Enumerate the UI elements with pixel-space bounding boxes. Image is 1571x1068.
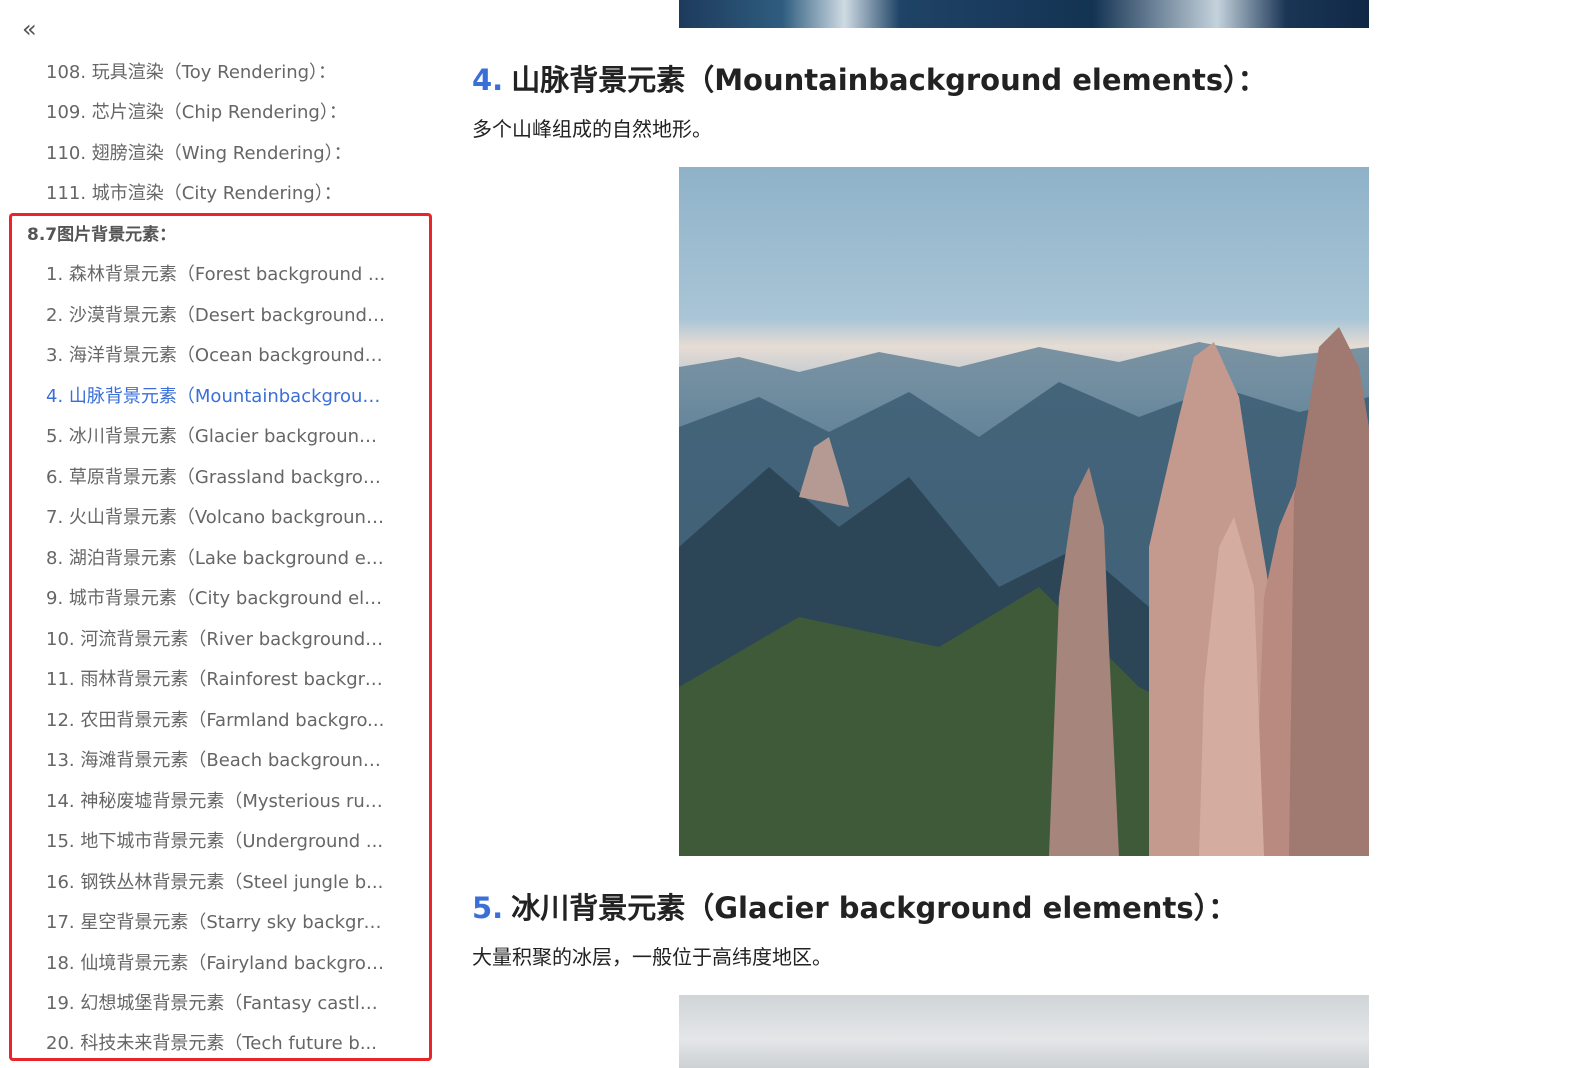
toc-item[interactable]: 17. 星空背景元素（Starry sky backgro... bbox=[46, 911, 386, 935]
toc-item[interactable]: 13. 海滩背景元素（Beach background... bbox=[46, 749, 386, 773]
section-heading: 4. 山脉背景元素（Mountainbackground elements）： bbox=[472, 60, 1267, 100]
toc-item[interactable]: 2. 沙漠背景元素（Desert background ... bbox=[46, 304, 386, 328]
toc-item[interactable]: 16. 钢铁丛林背景元素（Steel jungle b... bbox=[46, 871, 386, 895]
section-number: 4. bbox=[472, 63, 504, 97]
toc-section-title[interactable]: 8.7图片背景元素： bbox=[27, 223, 176, 247]
section-heading: 5. 冰川背景元素（Glacier background elements）： bbox=[472, 888, 1237, 928]
page: « 108. 玩具渲染（Toy Rendering）： 109. 芯片渲染（Ch… bbox=[0, 0, 1571, 1068]
toc-item[interactable]: 3. 海洋背景元素（Ocean background ... bbox=[46, 344, 386, 368]
toc-item[interactable]: 5. 冰川背景元素（Glacier background ... bbox=[46, 425, 386, 449]
toc-item[interactable]: 11. 雨林背景元素（Rainforest backgro... bbox=[46, 668, 386, 692]
ocean-image-partial bbox=[679, 0, 1369, 28]
mountain-illustration bbox=[679, 327, 1369, 856]
toc-item[interactable]: 12. 农田背景元素（Farmland backgro... bbox=[46, 709, 386, 733]
toc-item[interactable]: 19. 幻想城堡背景元素（Fantasy castle... bbox=[46, 992, 386, 1016]
toc-item[interactable]: 15. 地下城市背景元素（Underground ... bbox=[46, 830, 386, 854]
section-description: 大量积聚的冰层，一般位于高纬度地区。 bbox=[472, 945, 832, 969]
toc-item-active[interactable]: 4. 山脉背景元素（Mountainbackgroun... bbox=[46, 385, 386, 409]
toc-item[interactable]: 7. 火山背景元素（Volcano background... bbox=[46, 506, 386, 530]
toc-item[interactable]: 14. 神秘废墟背景元素（Mysterious rui... bbox=[46, 790, 386, 814]
toc-item[interactable]: 8. 湖泊背景元素（Lake background el... bbox=[46, 547, 386, 571]
toc-item[interactable]: 18. 仙境背景元素（Fairyland backgrou... bbox=[46, 952, 386, 976]
toc-item[interactable]: 110. 翅膀渲染（Wing Rendering）： bbox=[46, 142, 386, 166]
section-title: 山脉背景元素（Mountainbackground elements）： bbox=[511, 63, 1267, 97]
section-title: 冰川背景元素（Glacier background elements）： bbox=[511, 891, 1238, 925]
mountain-image bbox=[679, 167, 1369, 856]
toc-item[interactable]: 109. 芯片渲染（Chip Rendering）： bbox=[46, 101, 386, 125]
toc-item[interactable]: 1. 森林背景元素（Forest background ... bbox=[46, 263, 386, 287]
toc-item[interactable]: 10. 河流背景元素（River background ... bbox=[46, 628, 386, 652]
section-description: 多个山峰组成的自然地形。 bbox=[472, 117, 712, 141]
toc-item[interactable]: 20. 科技未来背景元素（Tech future b... bbox=[46, 1032, 386, 1056]
toc-item[interactable]: 108. 玩具渲染（Toy Rendering）： bbox=[46, 61, 386, 85]
toc-item[interactable]: 111. 城市渲染（City Rendering）： bbox=[46, 182, 386, 206]
section-number: 5. bbox=[472, 891, 504, 925]
collapse-sidebar-icon[interactable]: « bbox=[22, 16, 48, 42]
toc-sidebar: « 108. 玩具渲染（Toy Rendering）： 109. 芯片渲染（Ch… bbox=[0, 0, 440, 1068]
toc-item[interactable]: 6. 草原背景元素（Grassland backgrou... bbox=[46, 466, 386, 490]
glacier-image-partial bbox=[679, 995, 1369, 1068]
toc-item[interactable]: 9. 城市背景元素（City background ele... bbox=[46, 587, 386, 611]
